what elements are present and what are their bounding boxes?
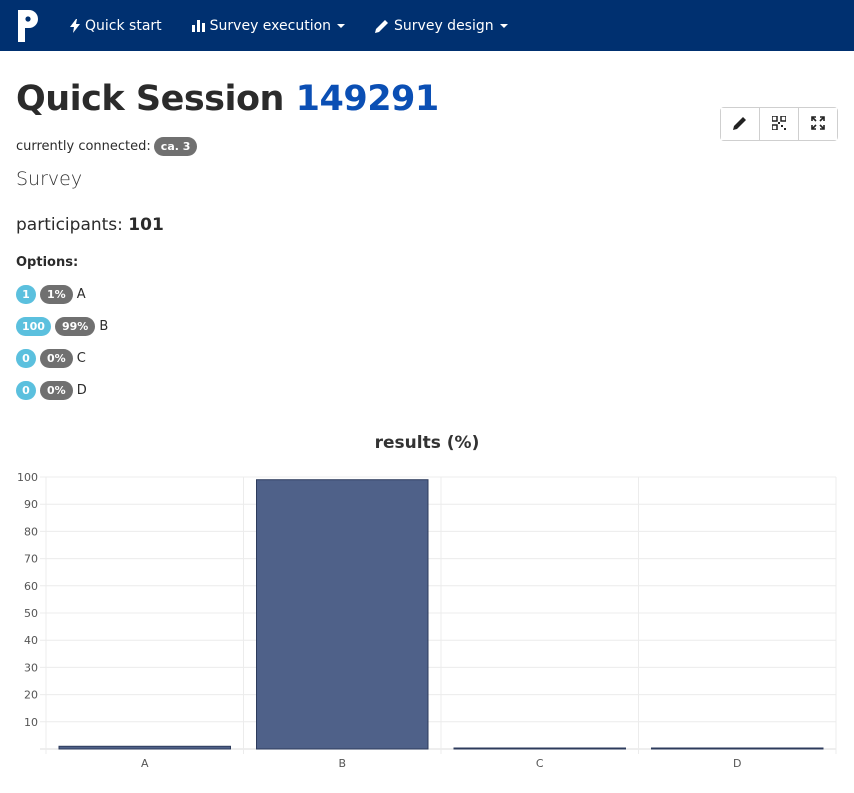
option-row: 1 1% A bbox=[16, 284, 838, 304]
app-logo[interactable] bbox=[16, 6, 40, 46]
option-percent-badge: 0% bbox=[40, 380, 73, 400]
survey-type: Survey bbox=[16, 168, 83, 190]
y-tick-label: 10 bbox=[24, 716, 38, 729]
participants-count: 101 bbox=[128, 215, 164, 235]
option-label: B bbox=[99, 318, 109, 334]
y-tick-label: 80 bbox=[24, 525, 38, 538]
pencil-icon bbox=[375, 19, 389, 33]
y-tick-label: 50 bbox=[24, 607, 38, 620]
y-tick-label: 30 bbox=[24, 661, 38, 674]
participants: participants: 101 bbox=[16, 215, 838, 235]
bolt-icon bbox=[70, 18, 80, 33]
qr-code-button[interactable] bbox=[759, 108, 798, 140]
options-list: 1 1% A 100 99% B 0 0% C 0 0% D bbox=[16, 284, 838, 400]
x-tick-label: D bbox=[733, 757, 741, 770]
option-row: 100 99% B bbox=[16, 316, 838, 336]
nav-survey-execution[interactable]: Survey execution bbox=[191, 17, 346, 34]
option-row: 0 0% D bbox=[16, 380, 838, 400]
option-percent-badge: 99% bbox=[54, 316, 96, 336]
results-chart-svg: results (%) 10 20 30 40 50 60 70 80 90 100 A B C D bbox=[17, 433, 837, 770]
nav-quick-start[interactable]: Quick start bbox=[70, 18, 162, 34]
option-count-badge: 1 bbox=[16, 284, 36, 304]
main-content: Quick Session 149291 currently connected… bbox=[0, 77, 854, 400]
navbar: Quick start Survey execution Survey desi… bbox=[0, 0, 854, 51]
x-tick-label: A bbox=[141, 757, 149, 770]
bar-d[interactable] bbox=[651, 747, 824, 750]
fullscreen-button[interactable] bbox=[798, 108, 837, 140]
pencil-icon bbox=[733, 115, 747, 134]
bar-c[interactable] bbox=[453, 747, 626, 750]
bar-a[interactable] bbox=[58, 745, 231, 750]
option-label: C bbox=[76, 350, 86, 366]
chart-y-ticks: 10 20 30 40 50 60 70 80 90 100 bbox=[17, 471, 38, 729]
caret-down-icon bbox=[337, 23, 346, 28]
option-percent-badge: 0% bbox=[40, 348, 73, 368]
y-tick-label: 90 bbox=[24, 498, 38, 511]
caret-down-icon bbox=[499, 23, 508, 28]
option-count-badge: 0 bbox=[16, 348, 36, 368]
session-title: Quick Session bbox=[16, 79, 284, 119]
x-tick-label: C bbox=[536, 757, 544, 770]
option-label: A bbox=[76, 286, 86, 302]
option-row: 0 0% C bbox=[16, 348, 838, 368]
session-id: 149291 bbox=[295, 79, 440, 119]
nav-survey-design[interactable]: Survey design bbox=[375, 18, 508, 34]
page-title: Quick Session 149291 bbox=[16, 77, 838, 121]
chart-title: results (%) bbox=[375, 433, 480, 453]
connected-label: currently connected: bbox=[16, 139, 151, 154]
connected-status: currently connected: ca. 3 bbox=[16, 137, 838, 156]
qr-code-icon bbox=[771, 114, 787, 134]
bar-chart-icon bbox=[191, 19, 205, 32]
option-count-badge: 100 bbox=[16, 316, 51, 336]
participants-label: participants: bbox=[16, 215, 123, 235]
x-tick-label: B bbox=[338, 757, 346, 770]
nav-quick-start-label: Quick start bbox=[85, 17, 162, 34]
results-chart: results (%) 10 20 30 40 50 60 70 80 90 100 A B C D bbox=[0, 428, 854, 789]
edit-button[interactable] bbox=[721, 108, 759, 140]
toolbar bbox=[720, 107, 838, 141]
option-label: D bbox=[76, 382, 87, 398]
option-percent-badge: 1% bbox=[40, 284, 73, 304]
y-tick-label: 20 bbox=[24, 689, 38, 702]
expand-icon bbox=[811, 115, 825, 134]
y-tick-label: 40 bbox=[24, 634, 38, 647]
option-count-badge: 0 bbox=[16, 380, 36, 400]
connected-count-badge: ca. 3 bbox=[153, 137, 198, 156]
y-tick-label: 100 bbox=[17, 471, 38, 484]
chart-grid bbox=[40, 476, 837, 754]
y-tick-label: 70 bbox=[24, 553, 38, 566]
bar-b[interactable] bbox=[256, 479, 429, 750]
chart-x-ticks: A B C D bbox=[141, 757, 742, 770]
y-tick-label: 60 bbox=[24, 580, 38, 593]
nav-survey-execution-label: Survey execution bbox=[209, 17, 332, 34]
nav-survey-design-label: Survey design bbox=[394, 17, 494, 34]
options-heading: Options: bbox=[16, 255, 79, 270]
